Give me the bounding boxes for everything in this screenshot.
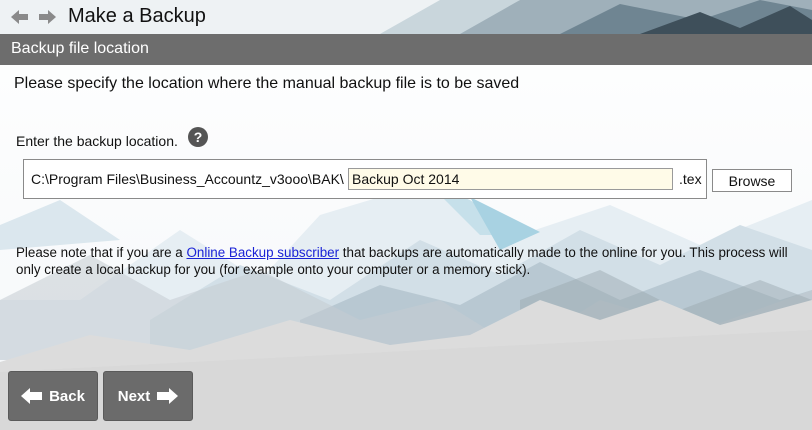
backup-note: Please note that if you are a Online Bac… — [16, 244, 796, 278]
title-bar: Make a Backup — [0, 0, 812, 34]
online-backup-subscriber-link[interactable]: Online Backup subscriber — [186, 245, 339, 260]
main-content: Please specify the location where the ma… — [0, 65, 812, 365]
arrow-left-icon — [21, 388, 43, 404]
note-text-before-link: Please note that if you are a — [16, 245, 187, 260]
next-button-label: Next — [117, 387, 151, 405]
nav-back-arrow-icon[interactable] — [11, 10, 29, 24]
backup-filename-input[interactable] — [348, 168, 673, 190]
path-prefix: C:\Program Files\Business_Accountz_v3ooo… — [31, 171, 344, 187]
back-button[interactable]: Back — [8, 371, 98, 421]
back-button-label: Back — [49, 387, 85, 405]
instruction-text: Please specify the location where the ma… — [14, 75, 520, 92]
section-header-label: Backup file location — [11, 40, 149, 57]
help-icon[interactable]: ? — [188, 127, 208, 147]
arrow-right-icon — [156, 388, 179, 404]
section-header: Backup file location — [0, 34, 812, 65]
window-title: Make a Backup — [68, 5, 206, 27]
nav-forward-arrow-icon[interactable] — [38, 10, 56, 24]
browse-button[interactable]: Browse — [712, 169, 792, 192]
backup-path-box: C:\Program Files\Business_Accountz_v3ooo… — [23, 159, 707, 199]
next-button[interactable]: Next — [103, 371, 193, 421]
file-extension-label: .tex — [679, 171, 702, 187]
backup-location-label: Enter the backup location. — [16, 133, 178, 149]
